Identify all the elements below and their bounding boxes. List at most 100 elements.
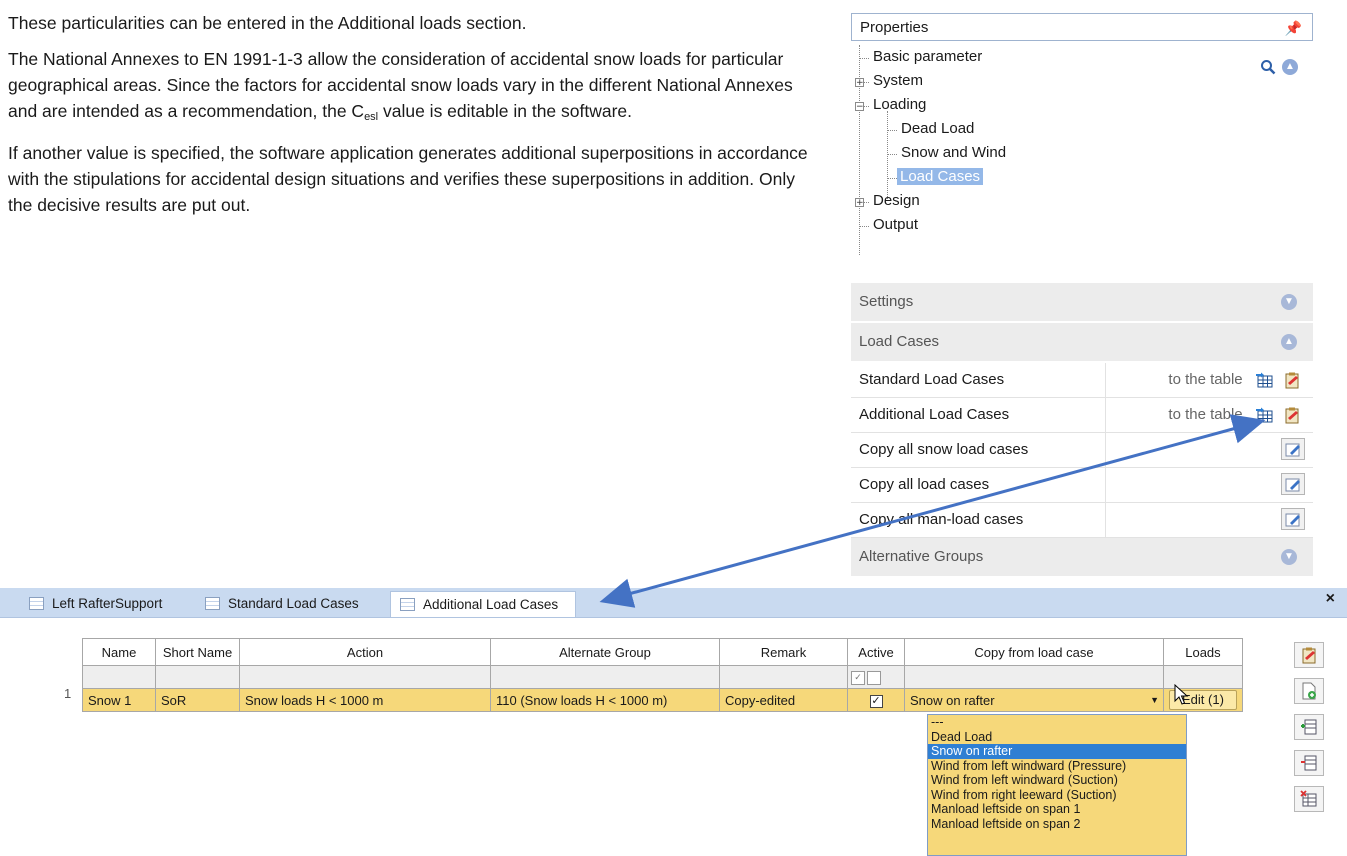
edit-button[interactable]: [1281, 473, 1305, 495]
cell-copy-from[interactable]: Snow on rafter ▼: [904, 688, 1164, 712]
cell-active[interactable]: ✓: [847, 688, 905, 712]
settings-section[interactable]: Settings ▼: [851, 283, 1313, 323]
edit-button[interactable]: [1281, 438, 1305, 460]
row-number: 1: [64, 686, 72, 701]
filter-cell[interactable]: [904, 665, 1164, 689]
tab-additional-load-cases[interactable]: Additional Load Cases: [390, 591, 576, 617]
clipboard-edit-button[interactable]: [1294, 642, 1324, 668]
table-icon: [400, 598, 415, 611]
paragraph-2: The National Annexes to EN 1991-1-3 allo…: [8, 49, 793, 123]
expand-down-icon[interactable]: ▼: [1281, 549, 1297, 565]
delete-row-button[interactable]: [1294, 750, 1324, 776]
active-checkbox[interactable]: ✓: [869, 695, 883, 708]
tree-node-system[interactable]: System: [873, 69, 923, 93]
mouse-cursor-icon: [1174, 684, 1189, 705]
filter-cell[interactable]: [719, 665, 848, 689]
filter-checked-box[interactable]: ✓: [851, 670, 865, 685]
to-table-link[interactable]: to the table: [1168, 406, 1242, 423]
filter-cell[interactable]: [239, 665, 491, 689]
delete-row-icon: [1301, 755, 1317, 771]
load-cases-section[interactable]: Load Cases ▲: [851, 323, 1313, 363]
dropdown-option[interactable]: Manload leftside on span 2: [928, 817, 1186, 832]
table-icon[interactable]: [1255, 407, 1273, 423]
col-short-name[interactable]: Short Name: [155, 638, 240, 666]
filter-cell[interactable]: [490, 665, 720, 689]
filter-unchecked-box[interactable]: [867, 670, 881, 685]
chevron-down-icon[interactable]: ▼: [1150, 695, 1159, 705]
cell-short-name[interactable]: SoR: [155, 688, 240, 712]
insert-row-button[interactable]: [1294, 714, 1324, 740]
dropdown-option[interactable]: Wind from left windward (Suction): [928, 773, 1186, 788]
filter-cell[interactable]: [82, 665, 156, 689]
expand-icon[interactable]: +: [855, 198, 864, 208]
paragraph-3: If another value is specified, the softw…: [8, 143, 808, 215]
cell-remark[interactable]: Copy-edited: [719, 688, 848, 712]
paragraph-1: These particularities can be entered in …: [8, 13, 527, 33]
side-toolbar: [1294, 642, 1324, 822]
row-copy-all-load-cases: Copy all load cases: [851, 468, 1313, 503]
dropdown-option[interactable]: ---: [928, 715, 1186, 730]
expand-down-icon[interactable]: ▼: [1281, 294, 1297, 310]
row-copy-snow-load-cases: Copy all snow load cases: [851, 433, 1313, 468]
close-button[interactable]: ×: [1326, 590, 1335, 608]
edit-icon: [1285, 513, 1300, 527]
to-table-link[interactable]: to the table: [1168, 371, 1242, 388]
col-remark[interactable]: Remark: [719, 638, 848, 666]
col-action[interactable]: Action: [239, 638, 491, 666]
filter-row: ✓: [82, 665, 1243, 689]
clipboard-edit-icon[interactable]: [1283, 406, 1301, 424]
table-icon[interactable]: [1255, 372, 1273, 388]
collapse-up-icon[interactable]: ▲: [1282, 59, 1298, 75]
tab-left-rafter-support[interactable]: Left RafterSupport: [20, 591, 162, 617]
filter-active-cell[interactable]: ✓: [847, 665, 905, 689]
dropdown-option[interactable]: Wind from right leeward (Suction): [928, 788, 1186, 803]
edit-button[interactable]: [1281, 508, 1305, 530]
table-icon: [29, 597, 44, 610]
dropdown-option-selected[interactable]: Snow on rafter: [928, 744, 1186, 759]
col-copy-from[interactable]: Copy from load case: [904, 638, 1164, 666]
table-icon: [205, 597, 220, 610]
dropdown-option[interactable]: Dead Load: [928, 730, 1186, 745]
tree-node-basic-parameter[interactable]: Basic parameter: [873, 45, 982, 69]
settings-panel: Settings ▼ Load Cases ▲ Standard Load Ca…: [851, 283, 1313, 578]
table-window: 1 Name Short Name Action Alternate Group…: [0, 618, 1347, 856]
tree-node-output[interactable]: Output: [873, 213, 918, 237]
tree-node-design[interactable]: Design: [873, 189, 920, 213]
expand-icon[interactable]: +: [855, 78, 864, 88]
cell-name[interactable]: Snow 1: [82, 688, 156, 712]
new-document-icon: [1302, 682, 1316, 700]
delete-table-button[interactable]: [1294, 786, 1324, 812]
row-copy-man-load-cases: Copy all man-load cases: [851, 503, 1313, 538]
tab-standard-load-cases[interactable]: Standard Load Cases: [196, 591, 359, 617]
tree-node-loading[interactable]: Loading: [873, 93, 926, 117]
dropdown-option[interactable]: Wind from left windward (Pressure): [928, 759, 1186, 774]
col-name[interactable]: Name: [82, 638, 156, 666]
cell-action[interactable]: Snow loads H < 1000 m: [239, 688, 491, 712]
col-loads[interactable]: Loads: [1163, 638, 1243, 666]
cell-alternate-group[interactable]: 110 (Snow loads H < 1000 m): [490, 688, 720, 712]
tree-node-snow-wind[interactable]: Snow and Wind: [901, 141, 1006, 165]
collapse-icon[interactable]: −: [855, 102, 864, 112]
filter-cell[interactable]: [155, 665, 240, 689]
properties-title: Properties: [860, 19, 929, 36]
clipboard-edit-icon[interactable]: [1283, 371, 1301, 389]
alternative-groups-section[interactable]: Alternative Groups ▼: [851, 538, 1313, 578]
properties-header: Properties 📌: [851, 13, 1313, 41]
row-standard-load-cases: Standard Load Cases to the table: [851, 363, 1313, 398]
col-alternate-group[interactable]: Alternate Group: [490, 638, 720, 666]
pin-icon[interactable]: 📌: [1285, 14, 1302, 42]
copy-from-dropdown-list: --- Dead Load Snow on rafter Wind from l…: [927, 714, 1187, 856]
tree-tools: ▲: [1260, 59, 1298, 75]
collapse-up-icon[interactable]: ▲: [1281, 334, 1297, 350]
table-tabstrip: Left RafterSupport Standard Load Cases A…: [0, 588, 1347, 618]
search-icon[interactable]: [1260, 59, 1276, 75]
tree-node-load-cases[interactable]: Load Cases: [897, 165, 984, 189]
properties-panel: Properties 📌 Basic parameter + System − …: [851, 13, 1313, 255]
table-row[interactable]: Snow 1 SoR Snow loads H < 1000 m 110 (Sn…: [82, 688, 1243, 712]
row-additional-load-cases: Additional Load Cases to the table: [851, 398, 1313, 433]
col-active[interactable]: Active: [847, 638, 905, 666]
tree-node-dead-load[interactable]: Dead Load: [901, 117, 974, 141]
dropdown-option[interactable]: Manload leftside on span 1: [928, 802, 1186, 817]
edit-icon: [1285, 478, 1300, 492]
new-document-button[interactable]: [1294, 678, 1324, 704]
